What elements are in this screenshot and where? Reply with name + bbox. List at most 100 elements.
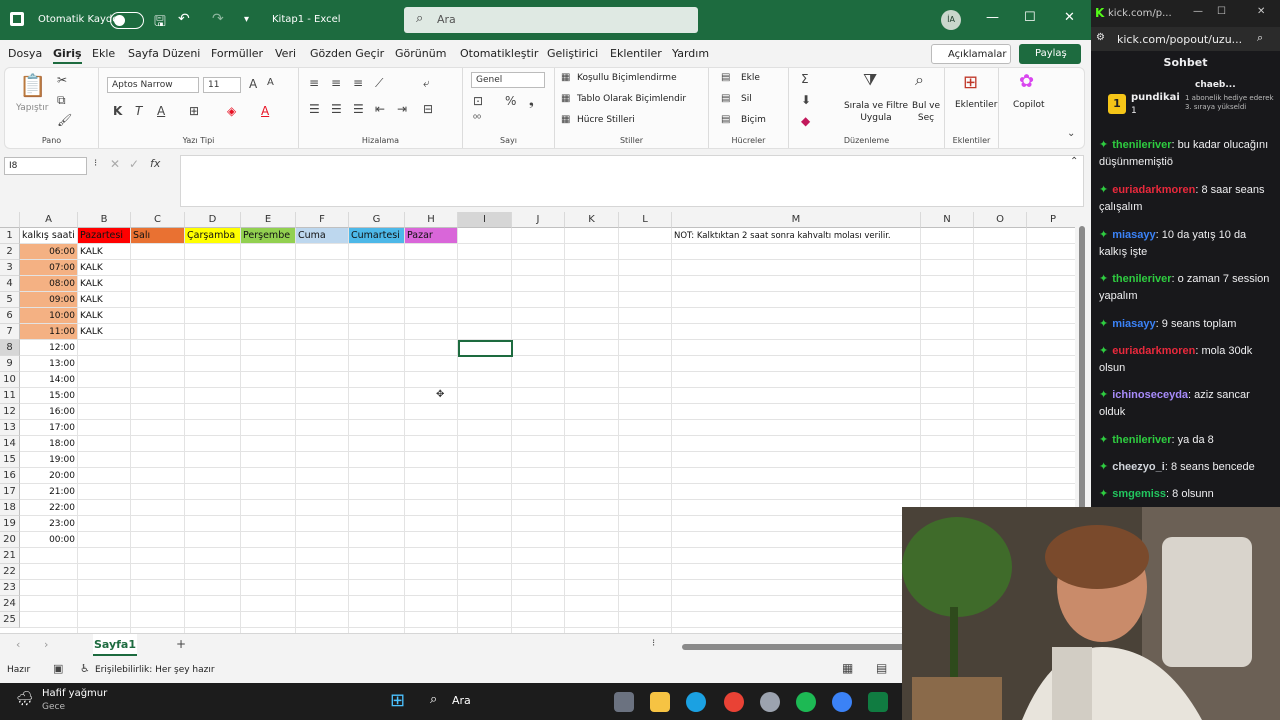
column-header-k[interactable]: K: [565, 212, 619, 228]
grow-font-icon[interactable]: A: [249, 77, 257, 91]
cell-a8[interactable]: 12:00: [20, 340, 78, 356]
chat-username[interactable]: miasayy: [1112, 318, 1155, 330]
chat-minimize-icon[interactable]: —: [1193, 6, 1203, 17]
cell-styles-button[interactable]: Hücre Stilleri: [577, 115, 635, 125]
cell-b5[interactable]: KALK: [78, 292, 131, 308]
addins-button[interactable]: Eklentiler: [955, 100, 997, 110]
tab-formuller[interactable]: Formüller: [211, 47, 263, 60]
row-header-8[interactable]: 8: [0, 340, 20, 356]
accessibility-status[interactable]: Erişilebilirlik: Her şey hazır: [95, 665, 215, 675]
cell-b2[interactable]: KALK: [78, 244, 131, 260]
cell-e1[interactable]: Perşembe: [241, 228, 296, 244]
tab-sayfa-duzeni[interactable]: Sayfa Düzeni: [128, 47, 200, 60]
chat-username[interactable]: euriadarkmoren: [1112, 345, 1195, 357]
column-header-h[interactable]: H: [405, 212, 458, 228]
cell-b3[interactable]: KALK: [78, 260, 131, 276]
chat-username[interactable]: cheezyo_i: [1112, 461, 1165, 473]
column-header-p[interactable]: P: [1027, 212, 1075, 228]
align-right-icon[interactable]: ☰: [353, 102, 364, 116]
cell-a20[interactable]: 00:00: [20, 532, 78, 548]
macro-record-icon[interactable]: ▣: [53, 662, 63, 675]
selected-cell-i8[interactable]: [458, 340, 513, 357]
task-view-icon[interactable]: [614, 692, 634, 712]
row-header-15[interactable]: 15: [0, 452, 20, 468]
chrome-icon[interactable]: [724, 692, 744, 712]
column-header-e[interactable]: E: [241, 212, 296, 228]
cell-a2[interactable]: 06:00: [20, 244, 78, 260]
fill-color-icon[interactable]: ◈: [227, 104, 236, 118]
cell-b1[interactable]: Pazartesi: [78, 228, 131, 244]
autosum-icon[interactable]: Σ: [801, 72, 809, 86]
cell-a10[interactable]: 14:00: [20, 372, 78, 388]
taskbar-search-label[interactable]: Ara: [452, 694, 471, 707]
collapse-formula-icon[interactable]: ⌃: [1070, 156, 1078, 167]
row-header-11[interactable]: 11: [0, 388, 20, 404]
cut-icon[interactable]: ✂: [57, 73, 67, 87]
maximize-icon[interactable]: ☐: [1024, 10, 1036, 25]
sort-filter-button[interactable]: Sırala ve Filtre Uygula: [839, 100, 913, 124]
undo-icon[interactable]: ↶: [178, 11, 190, 27]
cell-b4[interactable]: KALK: [78, 276, 131, 292]
row-header-1[interactable]: 1: [0, 228, 20, 244]
column-header-b[interactable]: B: [78, 212, 131, 228]
row-header-24[interactable]: 24: [0, 596, 20, 612]
cell-a14[interactable]: 18:00: [20, 436, 78, 452]
column-header-c[interactable]: C: [131, 212, 185, 228]
collapse-ribbon-icon[interactable]: ⌄: [1067, 128, 1075, 139]
column-header-j[interactable]: J: [512, 212, 565, 228]
normal-view-icon[interactable]: ▦: [842, 661, 853, 675]
column-header-l[interactable]: L: [619, 212, 672, 228]
row-header-6[interactable]: 6: [0, 308, 20, 324]
save-icon[interactable]: 🖫: [154, 11, 166, 35]
row-header-25[interactable]: 25: [0, 612, 20, 628]
row-header-4[interactable]: 4: [0, 276, 20, 292]
cell-a17[interactable]: 21:00: [20, 484, 78, 500]
percent-icon[interactable]: %: [505, 94, 516, 108]
chat-username[interactable]: euriadarkmoren: [1112, 184, 1195, 196]
select-all-corner[interactable]: [0, 212, 20, 228]
chat-find-icon[interactable]: ⌕: [1257, 31, 1263, 45]
align-center-icon[interactable]: ☰: [331, 102, 342, 116]
chat-username[interactable]: thenileriver: [1112, 273, 1171, 285]
chat-username[interactable]: smgemiss: [1112, 488, 1166, 500]
horizontal-scroll-thumb[interactable]: [682, 644, 912, 650]
windows-start-icon[interactable]: ⊞: [390, 690, 405, 711]
row-header-12[interactable]: 12: [0, 404, 20, 420]
insert-cells-button[interactable]: Ekle: [741, 73, 760, 83]
formula-input[interactable]: [180, 155, 1084, 207]
autosave-toggle[interactable]: [110, 12, 144, 29]
pinned-user-2[interactable]: chaeb...: [1195, 80, 1236, 90]
cell-b6[interactable]: KALK: [78, 308, 131, 324]
taskbar-search-icon[interactable]: ⌕: [430, 692, 437, 707]
row-header-9[interactable]: 9: [0, 356, 20, 372]
site-settings-icon[interactable]: ⚙: [1096, 32, 1105, 43]
cell-d1[interactable]: Çarşamba: [185, 228, 241, 244]
column-header-n[interactable]: N: [921, 212, 974, 228]
cell-a19[interactable]: 23:00: [20, 516, 78, 532]
tab-eklentiler[interactable]: Eklentiler: [610, 47, 662, 60]
confirm-entry-icon[interactable]: ✓: [129, 157, 139, 171]
cell-a4[interactable]: 08:00: [20, 276, 78, 292]
shrink-font-icon[interactable]: A: [267, 77, 274, 88]
copilot-button[interactable]: Copilot: [1013, 100, 1045, 110]
pinned-user[interactable]: pundikai: [1131, 92, 1180, 103]
cell-g1[interactable]: Cumartesi: [349, 228, 405, 244]
customize-toolbar-icon[interactable]: ▾: [244, 14, 249, 25]
chat-username[interactable]: ichinoseceyda: [1112, 389, 1188, 401]
tab-splitter-icon[interactable]: ⁝: [652, 638, 655, 649]
cell-a3[interactable]: 07:00: [20, 260, 78, 276]
prev-sheet-icon[interactable]: ‹: [16, 638, 20, 651]
table-format-button[interactable]: Tablo Olarak Biçimlendir: [577, 94, 686, 104]
chat-username[interactable]: miasayy: [1112, 229, 1155, 241]
wrap-text-icon[interactable]: ⤶: [423, 76, 430, 91]
chat-close-icon[interactable]: ✕: [1257, 6, 1265, 17]
find-select-button[interactable]: Bul ve Seç: [909, 100, 943, 124]
column-header-g[interactable]: G: [349, 212, 405, 228]
comma-icon[interactable]: ❟: [529, 94, 534, 109]
row-header-2[interactable]: 2: [0, 244, 20, 260]
decrease-indent-icon[interactable]: ⇤: [375, 102, 385, 116]
tab-giris[interactable]: Giriş: [53, 47, 82, 64]
row-header-10[interactable]: 10: [0, 372, 20, 388]
excel-taskbar-icon[interactable]: [868, 692, 888, 712]
file-explorer-icon[interactable]: [650, 692, 670, 712]
